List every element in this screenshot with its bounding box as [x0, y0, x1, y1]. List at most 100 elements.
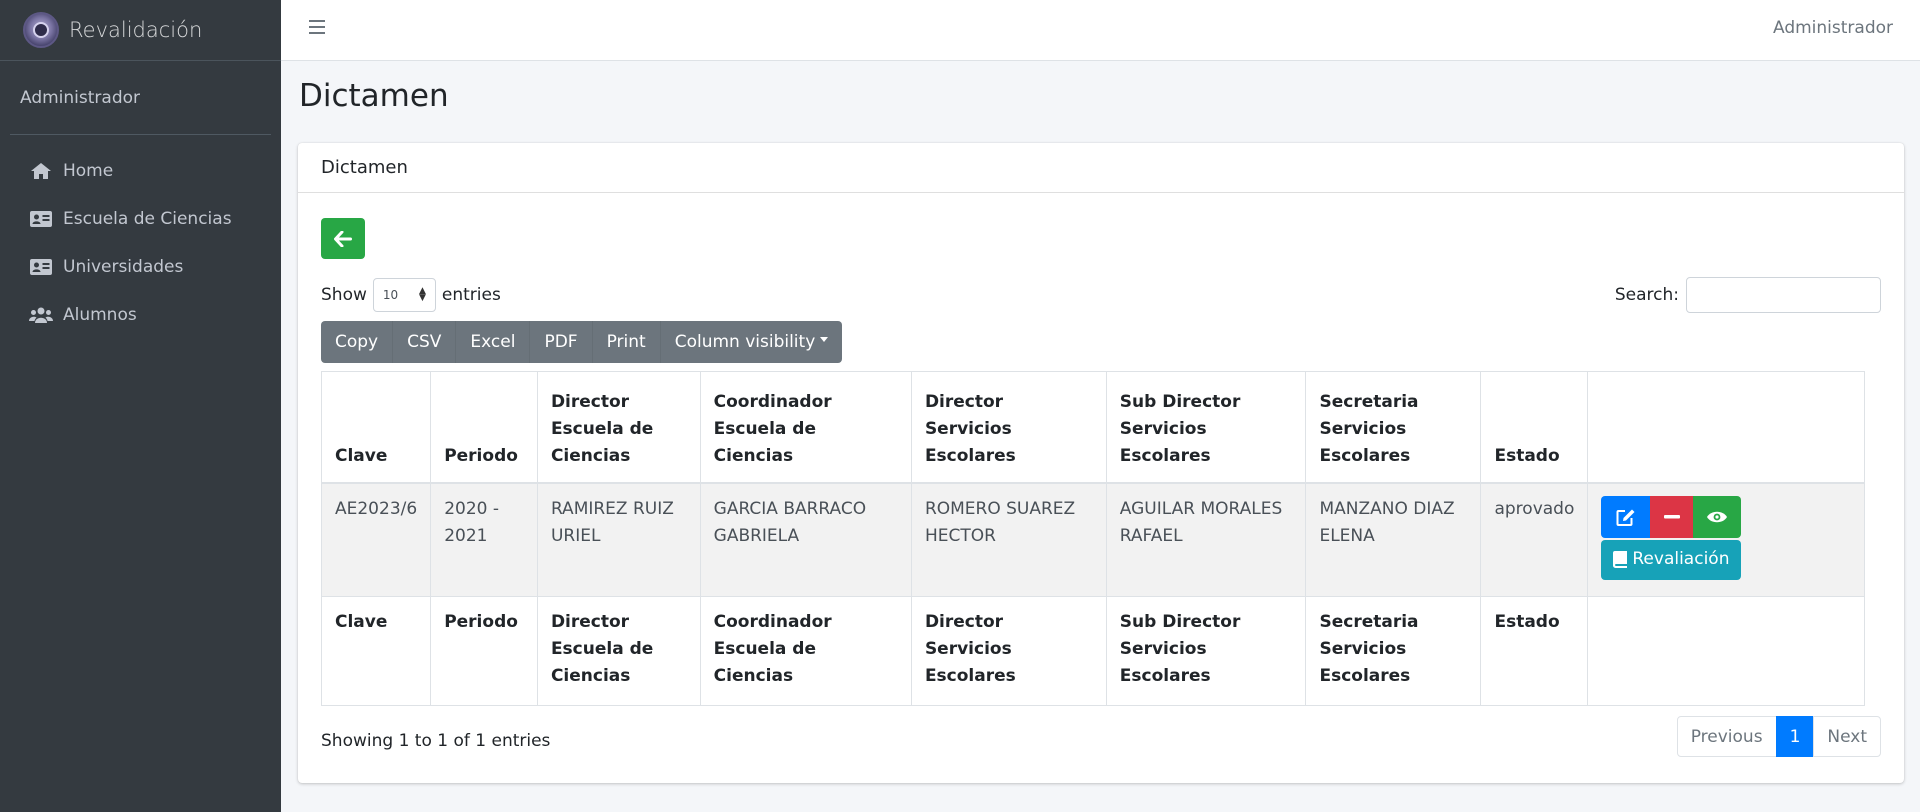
cell-line: 2020 - — [444, 498, 499, 519]
entries-label: entries — [441, 285, 501, 305]
cell-director-escuela: RAMIREZ RUIZ URIEL — [536, 482, 701, 597]
footer-line: Estado — [1494, 612, 1560, 632]
column-header-actions — [1587, 371, 1865, 484]
cell-director-servicios: ROMERO SUAREZ HECTOR — [910, 482, 1107, 597]
footer-line: Director — [550, 612, 630, 632]
header-line: Sub Director — [1119, 391, 1241, 412]
footer-actions — [1587, 596, 1865, 706]
delete-button[interactable] — [1650, 495, 1694, 538]
cell-line: URIEL — [550, 525, 601, 546]
footer-line: Escolares — [1319, 666, 1411, 686]
column-header-director-escuela[interactable]: Director Escuela de Ciencias — [536, 371, 701, 484]
column-header-clave[interactable]: Clave — [320, 371, 432, 484]
cell-clave: AE2023/6 — [320, 482, 432, 597]
footer-director-escuela: Director Escuela de Ciencias — [536, 596, 701, 706]
column-visibility-button[interactable]: Column visibility — [661, 321, 843, 363]
export-buttons: Copy CSV Excel PDF Print Column visibili… — [321, 321, 843, 363]
cell-line: AGUILAR MORALES — [1119, 498, 1283, 519]
header-line: Servicios Escolares — [1119, 418, 1211, 466]
brand-text: Revalidación — [69, 18, 203, 42]
excel-button[interactable]: Excel — [456, 321, 531, 363]
sidebar-item-escuela-de-ciencias[interactable]: Escuela de Ciencias — [10, 195, 271, 243]
search-input[interactable] — [1686, 277, 1881, 313]
column-header-sub-director[interactable]: Sub Director Servicios Escolares — [1105, 371, 1307, 484]
edit-button[interactable] — [1601, 495, 1651, 538]
brand-link[interactable]: Revalidación — [0, 0, 281, 61]
sidebar-user-name[interactable]: Administrador — [20, 88, 140, 108]
cell-estado: aprovado — [1480, 482, 1589, 597]
footer-clave: Clave — [320, 596, 432, 706]
footer-line: Director — [924, 612, 1004, 632]
column-header-coordinador[interactable]: Coordinador Escuela de Ciencias — [699, 371, 912, 484]
column-header-director-servicios[interactable]: Director Servicios Escolares — [910, 371, 1107, 484]
back-button[interactable] — [321, 218, 365, 259]
entries-select-value: 10 — [382, 288, 399, 302]
footer-line: Servicios — [1319, 639, 1407, 659]
page-1-button[interactable]: 1 — [1775, 716, 1815, 757]
id-card-icon — [29, 209, 53, 229]
footer-estado: Estado — [1480, 596, 1589, 706]
footer-line: Clave — [335, 612, 388, 632]
cell-line: ELENA — [1319, 525, 1375, 546]
table-row: AE2023/6 2020 - 2021 RAMIREZ RUIZ URIEL GA… — [320, 482, 1865, 597]
entries-length: Show 10 ▲ ▼ entries — [321, 278, 501, 312]
view-button[interactable] — [1693, 495, 1742, 538]
sidebar-item-home[interactable]: Home — [10, 147, 271, 195]
column-header-secretaria[interactable]: Secretaria Servicios Escolares — [1305, 371, 1482, 484]
cell-actions: Revaliación — [1587, 482, 1865, 597]
sidebar-item-alumnos[interactable]: Alumnos — [10, 291, 271, 339]
next-page-button[interactable]: Next — [1813, 716, 1881, 757]
show-label: Show — [321, 285, 367, 305]
cell-coordinador: GARCIA BARRACO GABRIELA — [699, 482, 912, 597]
sidebar-item-label: Universidades — [63, 257, 184, 277]
sidebar-nav: Home Escuela de Ciencias Universidades A… — [0, 147, 281, 339]
print-button[interactable]: Print — [593, 321, 661, 363]
column-header-estado[interactable]: Estado — [1480, 371, 1589, 484]
revaliacion-button[interactable]: Revaliación — [1601, 539, 1742, 580]
header-line: Director — [550, 391, 630, 412]
sidebar-item-label: Alumnos — [63, 305, 137, 325]
previous-page-button[interactable]: Previous — [1676, 716, 1777, 757]
pdf-button[interactable]: PDF — [530, 321, 593, 363]
brand-logo — [23, 12, 59, 48]
user-panel: Administrador — [10, 61, 271, 135]
cell-line: GABRIELA — [713, 525, 800, 546]
menu-toggle-icon[interactable] — [309, 20, 325, 36]
column-header-periodo[interactable]: Periodo — [430, 371, 538, 484]
cell-secretaria: MANZANO DIAZ ELENA — [1305, 482, 1482, 597]
csv-button[interactable]: CSV — [393, 321, 457, 363]
footer-line: Periodo — [444, 612, 518, 632]
search-box: Search: — [1615, 277, 1881, 313]
entries-select[interactable]: 10 ▲ ▼ — [372, 278, 436, 312]
status-text: aprovado — [1494, 498, 1575, 519]
footer-sub-director: Sub Director Servicios Escolares — [1105, 596, 1307, 706]
home-icon — [29, 161, 53, 181]
pagination: Previous 1 Next — [1676, 716, 1881, 757]
top-user-name[interactable]: Administrador — [1773, 18, 1893, 38]
cell-sub-director: AGUILAR MORALES RAFAEL — [1105, 482, 1307, 597]
cell-line: RAFAEL — [1119, 525, 1183, 546]
header-line: Ciencias — [550, 445, 631, 466]
cell-line: GARCIA BARRACO — [713, 498, 867, 519]
footer-line: Secretaria — [1319, 612, 1419, 632]
footer-line: Servicios Escolares — [924, 639, 1016, 686]
sidebar-item-label: Escuela de Ciencias — [63, 209, 232, 229]
book-icon — [1613, 551, 1628, 568]
search-label: Search: — [1614, 285, 1679, 305]
footer-line: Ciencias — [550, 666, 631, 686]
footer-line: Servicios Escolares — [1119, 639, 1211, 686]
cell-line: AE2023/6 — [335, 498, 418, 519]
sidebar-item-universidades[interactable]: Universidades — [10, 243, 271, 291]
top-navbar: Administrador — [281, 0, 1920, 61]
revaliacion-label: Revaliación — [1632, 549, 1730, 569]
caret-down-icon — [820, 336, 829, 342]
eye-icon — [1707, 511, 1728, 522]
footer-secretaria: Secretaria Servicios Escolares — [1305, 596, 1482, 706]
copy-button[interactable]: Copy — [321, 321, 394, 363]
header-line: Servicios Escolares — [924, 418, 1016, 466]
page-title: Dictamen — [299, 78, 449, 114]
header-line: Director — [924, 391, 1004, 412]
footer-line: Escuela de Ciencias — [713, 639, 816, 686]
dictamen-table: Clave Periodo Director Escuela de Ciencias… — [320, 371, 1865, 706]
footer-director-servicios: Director Servicios Escolares — [910, 596, 1107, 706]
